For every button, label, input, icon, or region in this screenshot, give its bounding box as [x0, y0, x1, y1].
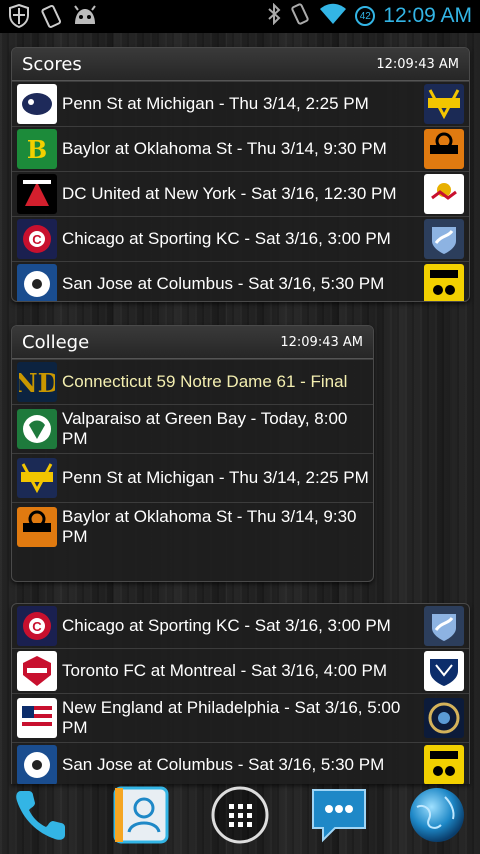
wifi-icon — [319, 3, 347, 29]
game-row[interactable]: Penn St at Michigan - Thu 3/14, 2:25 PM — [12, 81, 469, 126]
game-text: Chicago at Sporting KC - Sat 3/16, 3:00 … — [62, 229, 391, 248]
contacts-icon[interactable] — [110, 784, 172, 846]
svg-text:C: C — [32, 232, 42, 247]
college-widget[interactable]: College 12:09:43 AM ND Connecticut 59 No… — [11, 325, 374, 582]
oklahoma-state-logo — [424, 129, 464, 169]
widget-title: Scores — [22, 53, 82, 75]
game-row[interactable]: B Baylor at Oklahoma St - Thu 3/14, 9:30… — [12, 126, 469, 171]
game-row[interactable]: Toronto FC at Montreal - Sat 3/16, 4:00 … — [12, 648, 469, 693]
svg-text:C: C — [32, 619, 42, 634]
phone-rotate-icon — [40, 4, 62, 32]
game-row[interactable]: DC United at New York - Sat 3/16, 12:30 … — [12, 171, 469, 216]
shield-icon — [8, 3, 30, 32]
baylor-logo: B — [17, 129, 57, 169]
montreal-impact-logo — [424, 651, 464, 691]
vibrate-icon — [289, 3, 311, 29]
sporting-kc-logo — [424, 219, 464, 259]
game-row[interactable]: C Chicago at Sporting KC - Sat 3/16, 3:0… — [12, 216, 469, 261]
notre-dame-logo: ND — [17, 362, 57, 402]
game-row[interactable]: Valparaiso at Green Bay - Today, 8:00 PM — [12, 404, 373, 453]
college-widget-header: College 12:09:43 AM — [12, 326, 373, 359]
app-drawer-icon[interactable] — [209, 784, 271, 846]
game-row[interactable]: Penn St at Michigan - Thu 3/14, 2:25 PM — [12, 453, 373, 502]
red-bulls-logo — [424, 174, 464, 214]
game-text: Chicago at Sporting KC - Sat 3/16, 3:00 … — [62, 616, 391, 635]
new-england-logo — [17, 698, 57, 738]
dc-united-logo — [17, 174, 57, 214]
game-text: Penn St at Michigan - Thu 3/14, 2:25 PM — [62, 94, 369, 113]
dock — [0, 776, 480, 854]
phone-icon[interactable] — [10, 784, 72, 846]
game-text: Baylor at Oklahoma St - Thu 3/14, 9:30 P… — [62, 507, 357, 546]
battery-badge: 42 — [355, 6, 376, 26]
game-row[interactable]: C Chicago at Sporting KC - Sat 3/16, 3:0… — [12, 604, 469, 648]
green-bay-logo — [17, 409, 57, 449]
chicago-fire-logo: C — [17, 606, 57, 646]
status-time: 12:09 AM — [383, 4, 472, 27]
svg-text:B: B — [27, 135, 47, 164]
game-text: San Jose at Columbus - Sat 3/16, 5:30 PM — [62, 274, 385, 293]
status-bar: 42 12:09 AM — [0, 0, 480, 33]
game-row[interactable]: New England at Philadelphia - Sat 3/16, … — [12, 693, 469, 742]
game-text: Connecticut 59 Notre Dame 61 - Final — [62, 372, 348, 391]
toronto-fc-logo — [17, 651, 57, 691]
game-row[interactable]: San Jose at Columbus - Sat 3/16, 5:30 PM — [12, 261, 469, 301]
michigan-logo — [17, 458, 57, 498]
sporting-kc-logo — [424, 606, 464, 646]
browser-icon[interactable] — [406, 784, 468, 846]
oklahoma-state-logo — [17, 507, 57, 547]
game-row[interactable]: ND Connecticut 59 Notre Dame 61 - Final — [12, 359, 373, 404]
columbus-crew-logo — [424, 264, 464, 301]
scores-widget[interactable]: Scores 12:09:43 AM Penn St at Michigan -… — [11, 47, 470, 302]
game-text: New England at Philadelphia - Sat 3/16, … — [62, 698, 401, 737]
widget-timestamp: 12:09:43 AM — [376, 56, 459, 72]
game-text: San Jose at Columbus - Sat 3/16, 5:30 PM — [62, 755, 385, 774]
philadelphia-union-logo — [424, 698, 464, 738]
messaging-icon[interactable] — [308, 784, 370, 846]
san-jose-logo — [17, 264, 57, 301]
android-icon — [72, 4, 98, 32]
penn-state-logo — [17, 84, 57, 124]
game-row[interactable]: Baylor at Oklahoma St - Thu 3/14, 9:30 P… — [12, 502, 373, 551]
bluetooth-icon — [267, 2, 281, 29]
game-text: Penn St at Michigan - Thu 3/14, 2:25 PM — [62, 468, 369, 487]
game-text: Valparaiso at Green Bay - Today, 8:00 PM — [62, 409, 348, 448]
widget-timestamp: 12:09:43 AM — [280, 334, 363, 350]
svg-text:ND: ND — [19, 369, 55, 399]
widget-title: College — [22, 331, 90, 353]
chicago-fire-logo: C — [17, 219, 57, 259]
game-text: Baylor at Oklahoma St - Thu 3/14, 9:30 P… — [62, 139, 387, 158]
game-text: Toronto FC at Montreal - Sat 3/16, 4:00 … — [62, 661, 388, 680]
michigan-logo — [424, 84, 464, 124]
game-text: DC United at New York - Sat 3/16, 12:30 … — [62, 184, 397, 203]
scores-widget-header: Scores 12:09:43 AM — [12, 48, 469, 81]
soccer-widget[interactable]: C Chicago at Sporting KC - Sat 3/16, 3:0… — [11, 603, 470, 784]
